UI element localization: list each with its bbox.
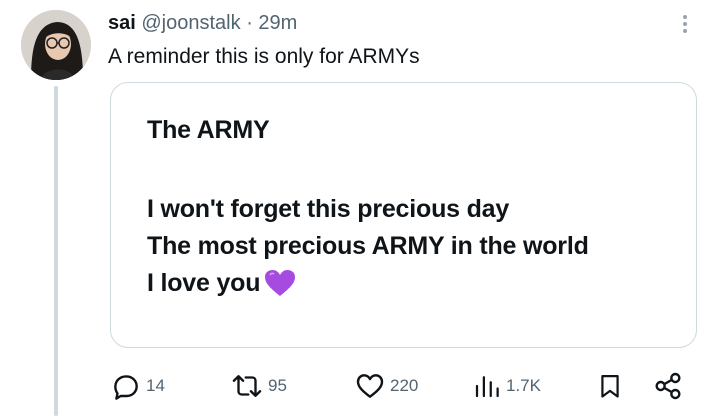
card-title: The ARMY <box>147 116 270 144</box>
author-handle[interactable]: @joonstalk <box>141 12 240 34</box>
card-line: The most precious ARMY in the world <box>147 232 589 260</box>
views-button[interactable]: 1.7K <box>472 366 541 406</box>
reply-button[interactable]: 14 <box>110 366 165 406</box>
text-image-card[interactable]: The ARMY I won't forget this precious da… <box>110 82 697 348</box>
bookmark-icon <box>601 374 619 398</box>
retweet-icon <box>232 375 262 397</box>
more-options-icon[interactable] <box>675 12 695 40</box>
reply-icon <box>114 375 138 400</box>
header-separator: · <box>246 12 253 34</box>
tweet-text: A reminder this is only for ARMYs <box>108 45 420 68</box>
share-button[interactable] <box>652 366 684 406</box>
purple-heart-emoji-icon <box>264 269 296 308</box>
heart-icon <box>356 374 384 398</box>
card-line-with-emoji: I love you <box>147 265 589 308</box>
like-button[interactable]: 220 <box>354 366 418 406</box>
view-count: 1.7K <box>506 376 541 395</box>
timestamp[interactable]: 29m <box>258 12 297 34</box>
bookmark-button[interactable] <box>596 366 624 406</box>
avatar-photo <box>21 10 91 80</box>
retweet-count: 95 <box>268 376 287 395</box>
tweet-actions: 14 95 220 1.7K <box>0 366 720 406</box>
retweet-button[interactable]: 95 <box>230 366 287 406</box>
author-name[interactable]: sai <box>108 12 136 34</box>
avatar[interactable] <box>21 10 91 80</box>
tweet-header: sai @joonstalk · 29m <box>108 10 297 36</box>
reply-count: 14 <box>146 376 165 395</box>
share-icon <box>655 372 681 400</box>
card-message: I won't forget this precious day The mos… <box>147 191 589 308</box>
card-line: I love you <box>147 269 261 297</box>
bar-chart-icon <box>475 376 499 398</box>
like-count: 220 <box>390 376 419 395</box>
card-line: I won't forget this precious day <box>147 195 510 223</box>
